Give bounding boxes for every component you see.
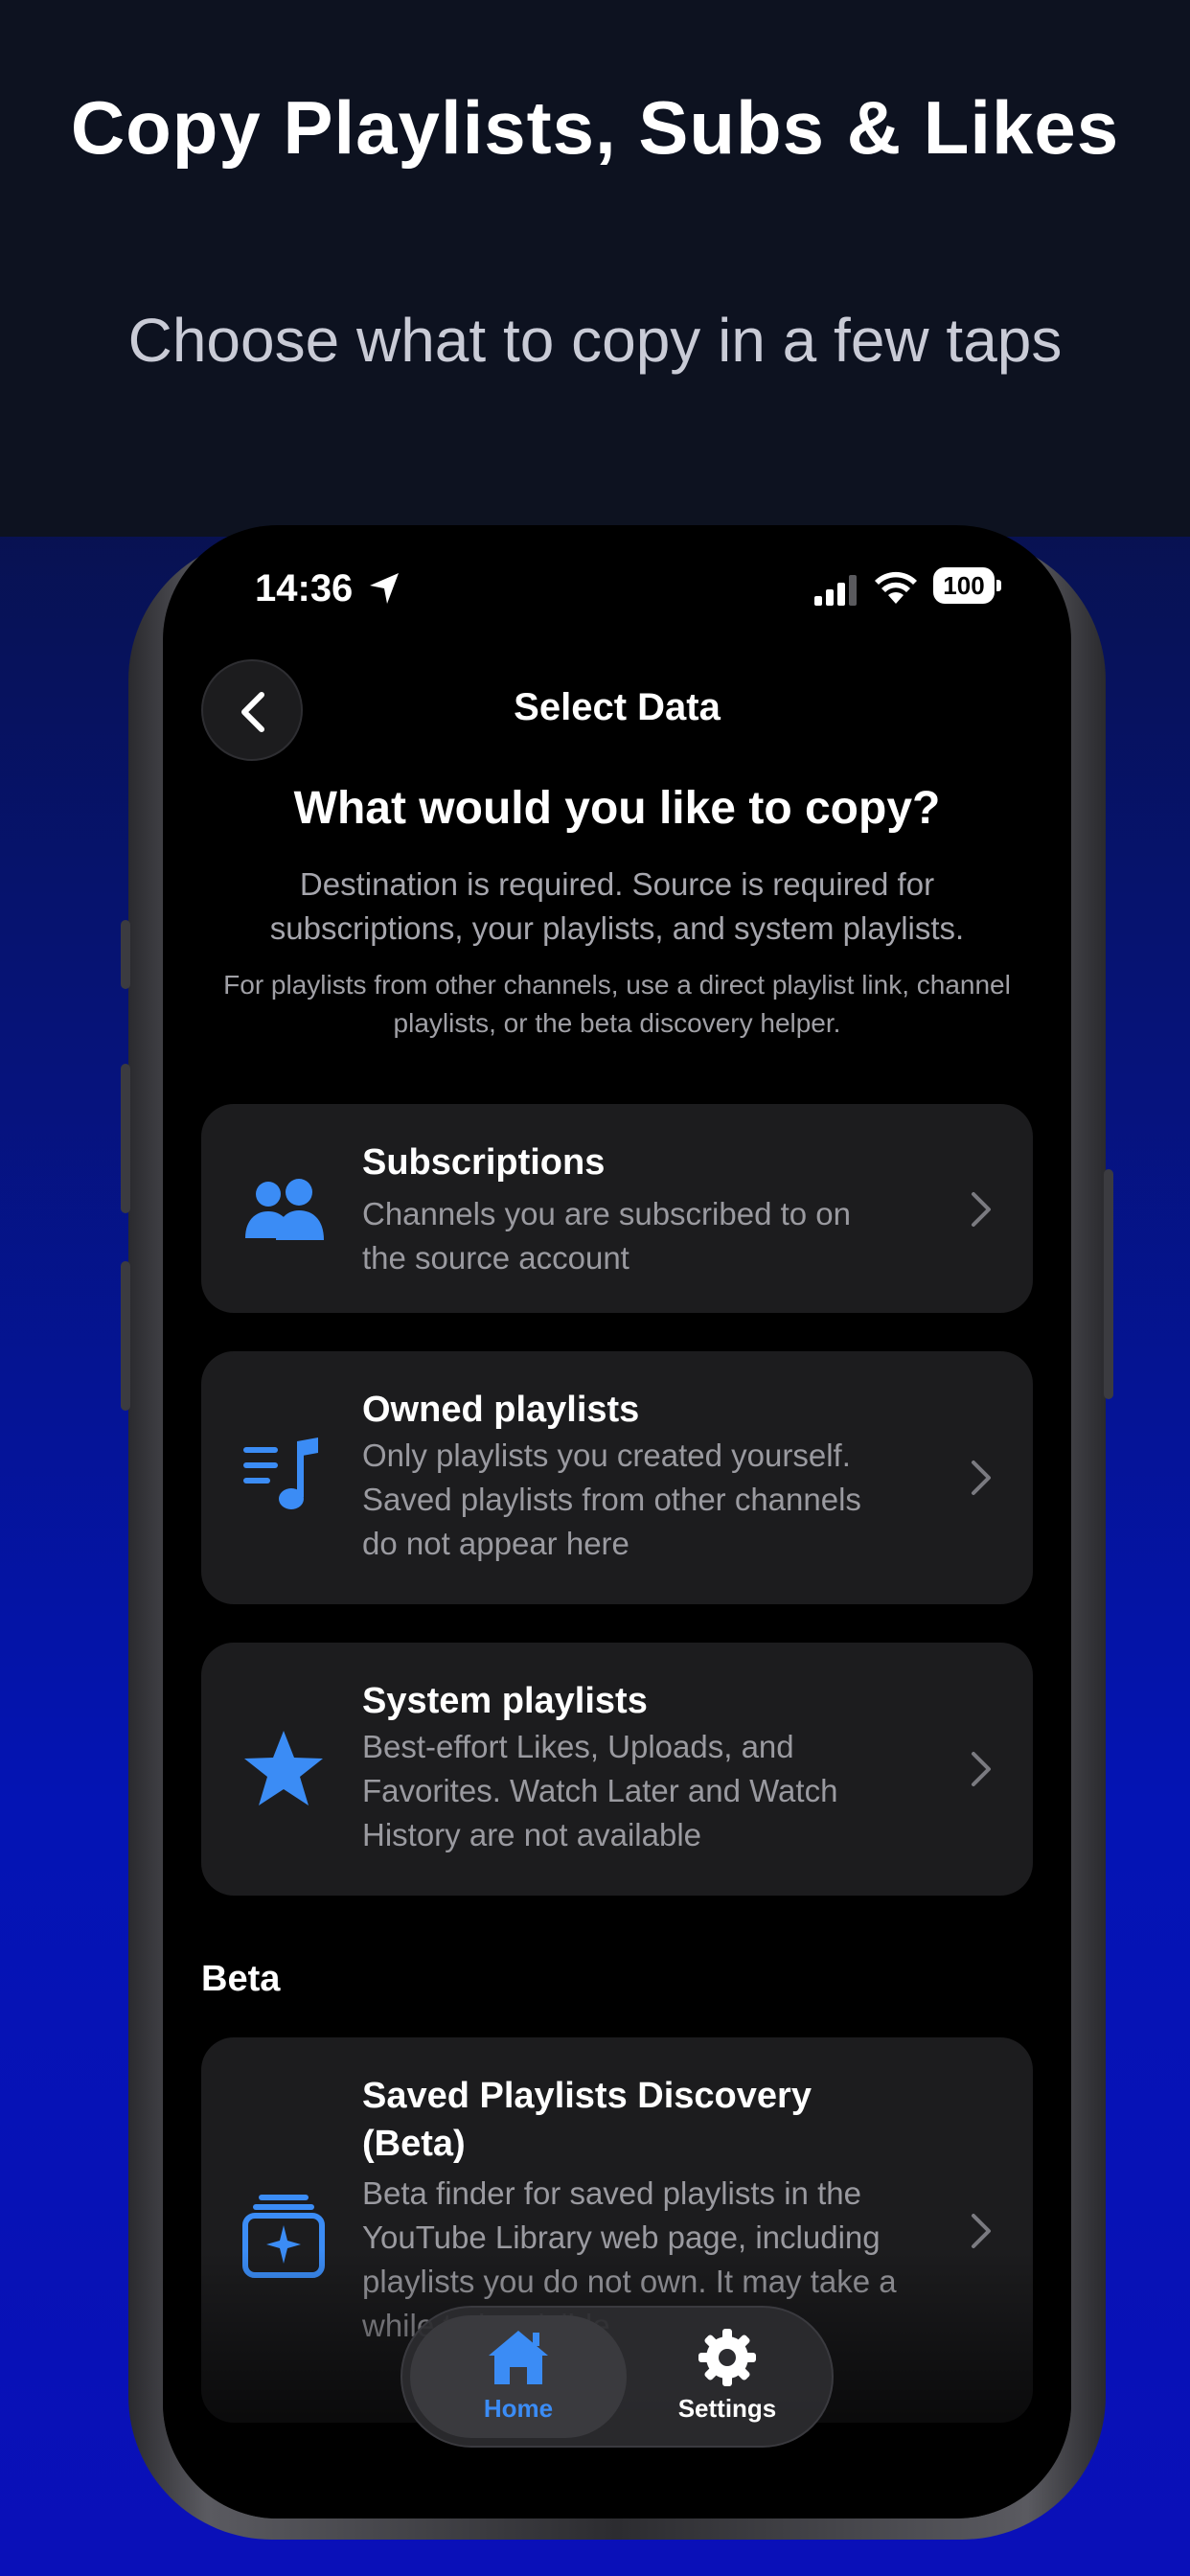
option-title: Subscriptions: [362, 1142, 606, 1183]
option-system-playlists[interactable]: System playlists Best-effort Likes, Uplo…: [201, 1643, 1033, 1896]
tab-settings[interactable]: Settings: [619, 2315, 835, 2438]
option-subscriptions[interactable]: Subscriptions Channels you are subscribe…: [201, 1104, 1033, 1313]
battery-icon: 100: [933, 567, 1002, 604]
tab-home[interactable]: Home: [410, 2315, 627, 2438]
option-description: Channels you are subscribed to on the so…: [362, 1196, 851, 1276]
people-icon: [245, 1179, 324, 1240]
promo-headline: Copy Playlists, Subs & Likes: [70, 85, 1120, 170]
intro-note: For playlists from other channels, use a…: [223, 970, 1011, 1038]
promo-subline: Choose what to copy in a few taps: [127, 306, 1063, 375]
page-title: Select Data: [514, 686, 721, 728]
star-icon: [244, 1731, 323, 1806]
section-heading: What would you like to copy?: [293, 783, 941, 834]
phone-screen: 14:36 100 Select Data What would you lik…: [163, 525, 1071, 2518]
option-owned-playlists[interactable]: Owned playlists Only playlists you creat…: [201, 1351, 1033, 1604]
option-description: Only playlists you created yourself. Sav…: [362, 1438, 861, 1561]
option-description: Best-effort Likes, Uploads, and Favorite…: [362, 1729, 838, 1852]
beta-section-label: Beta: [201, 1959, 281, 1999]
tab-bar: Home Settings: [400, 2306, 834, 2448]
chevron-right-icon: [972, 1460, 991, 1495]
battery-level: 100: [933, 567, 995, 604]
wifi-icon: [875, 571, 917, 604]
option-title: Saved Playlists Discovery (Beta): [362, 2076, 812, 2164]
tab-home-label: Home: [483, 2394, 554, 2423]
status-bar: 14:36 100: [163, 525, 1071, 659]
promo-banner: [0, 0, 1190, 537]
chevron-right-icon: [972, 2214, 991, 2248]
music-list-icon: [243, 1438, 318, 1509]
chevron-right-icon: [972, 1752, 991, 1786]
phone-action-button: [121, 920, 130, 989]
option-title: System playlists: [362, 1681, 648, 1721]
phone-power-button: [1104, 1169, 1113, 1399]
status-time: 14:36: [255, 567, 354, 610]
option-title: Owned playlists: [362, 1390, 640, 1430]
cellular-signal-icon: [814, 575, 857, 606]
phone-volume-up-button: [121, 1064, 130, 1213]
chevron-right-icon: [972, 1192, 991, 1227]
tab-settings-label: Settings: [677, 2394, 777, 2423]
phone-volume-down-button: [121, 1261, 130, 1411]
house-icon: [489, 2331, 548, 2384]
gear-icon: [698, 2329, 756, 2386]
location-arrow-icon: [370, 573, 399, 604]
intro-description: Destination is required. Source is requi…: [269, 866, 965, 946]
